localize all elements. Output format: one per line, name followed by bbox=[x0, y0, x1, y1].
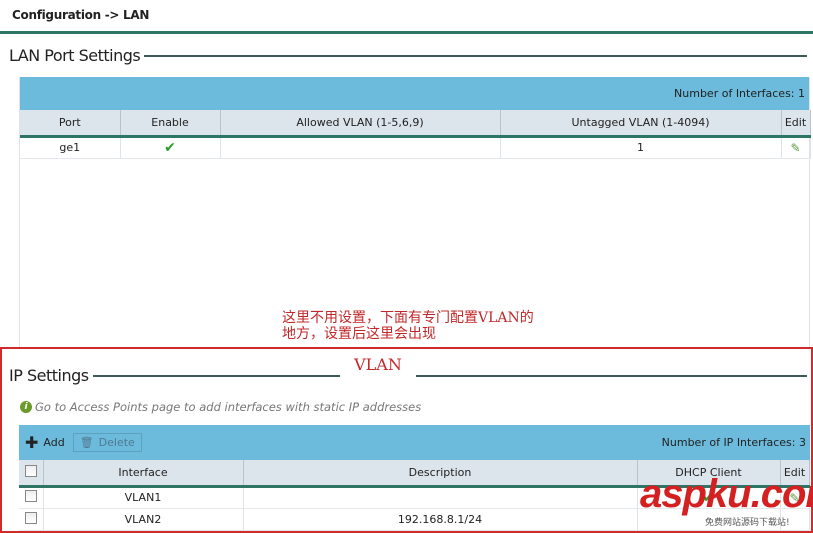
interface-cell: VLAN2 bbox=[43, 508, 244, 531]
info-icon: i bbox=[20, 401, 32, 413]
ip-toolbar: ✚ Add 🗑 Delete Number of IP Interfaces: 3 bbox=[19, 425, 810, 460]
annotation-line: 这里不用设置，下面有专门配置VLAN的 bbox=[282, 310, 534, 326]
header-divider bbox=[0, 31, 813, 34]
description-cell: 192.168.8.1/24 bbox=[243, 508, 638, 531]
col-interface[interactable]: Interface bbox=[43, 460, 244, 488]
breadcrumb: Configuration -> LAN bbox=[12, 8, 150, 22]
col-allowed-vlan[interactable]: Allowed VLAN (1-5,6,9) bbox=[220, 110, 501, 138]
lan-port-panel: Number of Interfaces: 1 Port Enable Allo… bbox=[19, 77, 811, 347]
edit-button[interactable]: ✎ bbox=[781, 136, 811, 159]
section-divider bbox=[90, 375, 807, 377]
lan-toolbar: Number of Interfaces: 1 bbox=[20, 77, 809, 110]
ip-count: 3 bbox=[799, 436, 806, 449]
add-button[interactable]: ✚ Add bbox=[25, 433, 65, 452]
check-icon: ✔ bbox=[164, 139, 176, 156]
interface-count-label: Number of Interfaces: bbox=[674, 87, 795, 100]
add-label: Add bbox=[43, 436, 65, 449]
row-checkbox[interactable] bbox=[19, 508, 44, 531]
allowed-vlan-cell bbox=[220, 136, 501, 159]
col-untagged-vlan[interactable]: Untagged VLAN (1-4094) bbox=[500, 110, 782, 138]
section-divider bbox=[130, 55, 807, 57]
table-header: Port Enable Allowed VLAN (1-5,6,9) Untag… bbox=[20, 110, 811, 138]
description-cell bbox=[243, 486, 638, 509]
watermark-logo: aspku.com bbox=[640, 472, 813, 516]
ip-section-title: IP Settings bbox=[9, 366, 93, 385]
enable-cell: ✔ bbox=[120, 136, 221, 159]
col-description[interactable]: Description bbox=[243, 460, 638, 488]
row-checkbox[interactable] bbox=[19, 486, 44, 509]
lan-port-table: Port Enable Allowed VLAN (1-5,6,9) Untag… bbox=[20, 110, 811, 159]
delete-label: Delete bbox=[98, 436, 135, 449]
info-text: Go to Access Points page to add interfac… bbox=[35, 400, 422, 414]
watermark-subtitle: 免费网站源码下载站! bbox=[705, 518, 790, 528]
port-cell: ge1 bbox=[20, 136, 121, 159]
delete-button[interactable]: 🗑 Delete bbox=[72, 433, 142, 452]
ip-count-label: Number of IP Interfaces: bbox=[661, 436, 796, 449]
col-enable[interactable]: Enable bbox=[120, 110, 221, 138]
vlan-annotation: VLAN bbox=[340, 350, 416, 382]
untagged-vlan-cell: 1 bbox=[500, 136, 782, 159]
interface-cell: VLAN1 bbox=[43, 486, 244, 509]
lan-section-title: LAN Port Settings bbox=[9, 46, 145, 65]
table-row[interactable]: ge1 ✔ 1 ✎ bbox=[20, 136, 811, 159]
plus-icon: ✚ bbox=[25, 433, 39, 452]
select-all-checkbox[interactable] bbox=[19, 460, 44, 488]
col-edit: Edit bbox=[781, 110, 811, 138]
col-port[interactable]: Port bbox=[20, 110, 121, 138]
info-message: i Go to Access Points page to add interf… bbox=[20, 400, 421, 414]
pencil-icon: ✎ bbox=[790, 140, 801, 155]
interface-count: 1 bbox=[798, 87, 805, 100]
trash-icon: 🗑 bbox=[79, 436, 94, 449]
annotation-note: 这里不用设置，下面有专门配置VLAN的 地方，设置后这里会出现 bbox=[282, 310, 534, 342]
annotation-line: 地方，设置后这里会出现 bbox=[282, 326, 436, 342]
